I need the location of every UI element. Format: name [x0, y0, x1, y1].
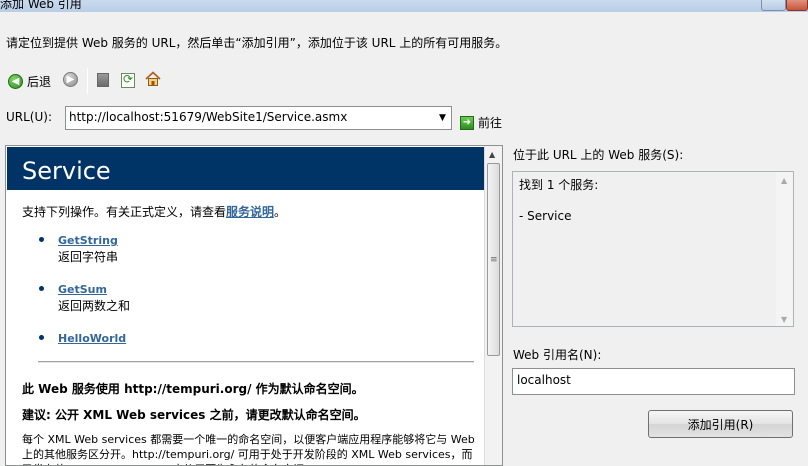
service-title: Service: [22, 157, 111, 185]
go-label: 前往: [478, 116, 503, 130]
divider: [38, 361, 474, 363]
operation-link[interactable]: GetString: [58, 234, 130, 247]
bullet-icon: [39, 237, 44, 242]
service-item[interactable]: - Service: [519, 209, 572, 223]
reference-name-label: Web 引用名(N):: [513, 348, 602, 362]
list-item: GetSum 返回两数之和: [39, 283, 130, 314]
services-list[interactable]: 找到 1 个服务: - Service ▲ ▼: [512, 171, 794, 327]
instruction-text: 请定位到提供 Web 服务的 URL，然后单击“添加引用”，添加位于该 URL …: [6, 36, 508, 50]
scroll-up-icon[interactable]: ▲: [781, 176, 787, 185]
list-item: HelloWorld: [39, 332, 130, 345]
go-button[interactable]: ➜ 前往: [460, 114, 502, 131]
back-icon: ◀: [8, 73, 23, 89]
reference-name-input[interactable]: localhost: [512, 368, 795, 395]
forward-icon: ▶: [63, 72, 78, 87]
intro-prefix: 支持下列操作。有关正式定义，请查看: [22, 205, 227, 219]
operation-desc: 返回两数之和: [58, 299, 131, 313]
back-label: 后退: [27, 74, 52, 89]
add-reference-button[interactable]: 添加引用(R): [648, 410, 793, 438]
list-item: GetString 返回字符串: [39, 234, 130, 265]
service-browser[interactable]: Service 支持下列操作。有关正式定义，请查看服务说明。 GetString…: [5, 145, 503, 466]
title-bar: 添加 Web 引用: [0, 0, 808, 12]
recommendation-line: 建议: 公开 XML Web services 之前，请更改默认命名空间。: [22, 408, 366, 422]
url-label: URL(U):: [6, 110, 52, 124]
scroll-down-icon[interactable]: ▼: [781, 315, 787, 324]
services-label: 位于此 URL 上的 Web 服务(S):: [513, 148, 684, 162]
scroll-up-icon[interactable]: ▲: [489, 150, 495, 159]
refresh-icon[interactable]: [121, 72, 135, 88]
toolbar-separator: [87, 68, 88, 94]
intro-suffix: 。: [274, 205, 287, 219]
window-title: 添加 Web 引用: [0, 0, 82, 11]
forward-button[interactable]: ▶: [63, 72, 78, 87]
reference-name-value[interactable]: localhost: [517, 373, 571, 387]
home-icon[interactable]: [145, 71, 161, 87]
found-count: 找到 1 个服务:: [519, 178, 599, 192]
service-description-link[interactable]: 服务说明: [226, 205, 274, 219]
namespace-line: 此 Web 服务使用 http://tempuri.org/ 作为默认命名空间。: [22, 382, 364, 396]
go-arrow-icon: ➜: [460, 115, 474, 130]
service-header: Service: [7, 147, 484, 190]
browser-scrollbar[interactable]: ▲ ≡: [484, 146, 502, 465]
back-button[interactable]: ◀ 后退: [8, 72, 51, 90]
namespace-explanation: 每个 XML Web services 都需要一个唯一的命名空间，以便客户端应用…: [22, 433, 475, 465]
operation-link[interactable]: GetSum: [58, 283, 130, 296]
url-value[interactable]: http://localhost:51679/WebSite1/Service.…: [69, 110, 347, 124]
operation-desc: 返回字符串: [58, 250, 119, 264]
chevron-down-icon[interactable]: ▼: [434, 107, 451, 129]
services-scrollbar[interactable]: ▲ ▼: [776, 172, 793, 326]
grip-icon: ≡: [490, 255, 498, 265]
operation-link[interactable]: HelloWorld: [58, 332, 130, 345]
operations-list: GetString 返回字符串 GetSum 返回两数之和 HelloWorld: [39, 234, 130, 363]
bullet-icon: [39, 335, 44, 340]
close-button[interactable]: [786, 0, 808, 11]
bullet-icon: [39, 286, 44, 291]
intro-text: 支持下列操作。有关正式定义，请查看服务说明。: [22, 203, 286, 220]
stop-icon[interactable]: [97, 73, 109, 87]
url-combobox[interactable]: http://localhost:51679/WebSite1/Service.…: [65, 106, 452, 130]
maximize-button[interactable]: [761, 0, 786, 11]
